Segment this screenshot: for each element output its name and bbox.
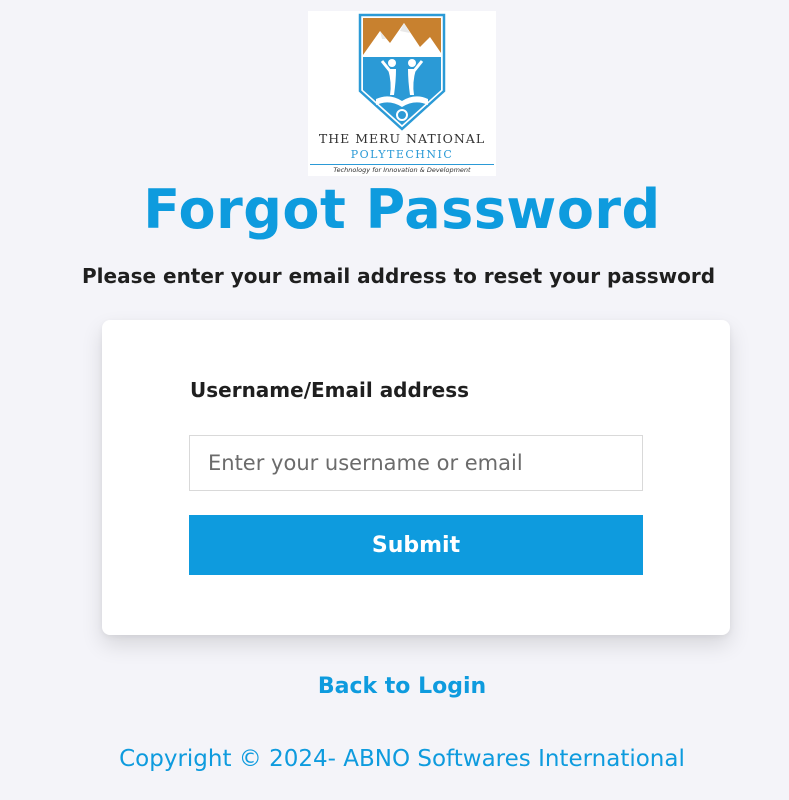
logo-institution-name: THE MERU NATIONAL xyxy=(318,131,486,146)
page-subtitle: Please enter your email address to reset… xyxy=(82,264,716,288)
institution-logo: THE MERU NATIONAL POLYTECHNIC Technology… xyxy=(308,11,496,176)
logo-divider xyxy=(310,164,494,165)
logo-tagline: Technology for Innovation & Development xyxy=(333,166,471,174)
username-email-label: Username/Email address xyxy=(190,378,470,402)
username-email-input[interactable] xyxy=(189,435,643,491)
reset-form-card: Username/Email address Submit xyxy=(102,320,730,635)
crest-icon xyxy=(358,13,446,131)
logo-institution-subname: POLYTECHNIC xyxy=(350,148,454,161)
page-title: Forgot Password xyxy=(143,178,661,241)
back-to-login-link[interactable]: Back to Login xyxy=(0,674,789,699)
copyright-text: Copyright © 2024- ABNO Softwares Interna… xyxy=(119,746,685,772)
submit-button[interactable]: Submit xyxy=(189,515,643,575)
forgot-password-page: THE MERU NATIONAL POLYTECHNIC Technology… xyxy=(0,0,789,800)
